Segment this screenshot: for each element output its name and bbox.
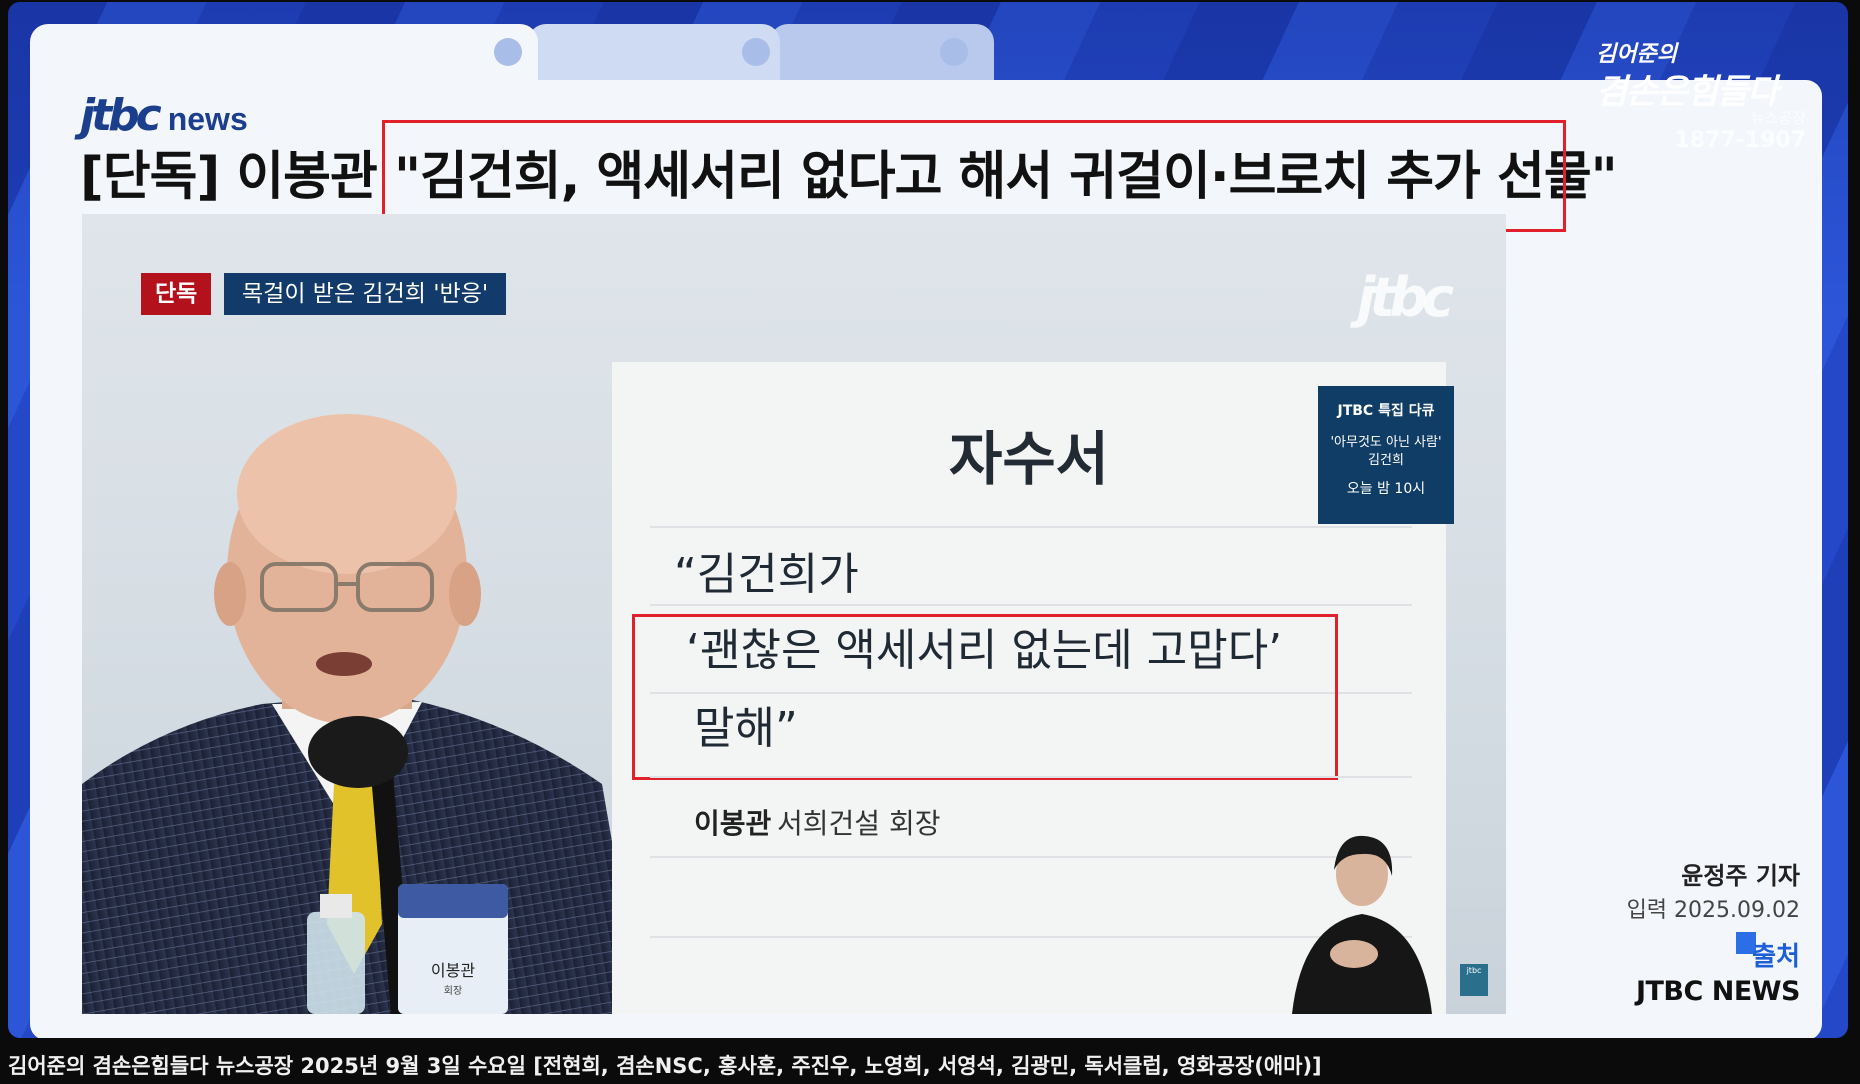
image-caption-tag: 목걸이 받은 김건희 '반응' bbox=[224, 273, 507, 315]
channel-logo-line2: 겸손은힘들다 bbox=[1596, 72, 1779, 112]
promo-time: 오늘 밤 10시 bbox=[1346, 481, 1426, 497]
source-name: JTBC NEWS bbox=[1635, 976, 1801, 1007]
news-card: jtbc news [단독] 이봉관 "김건희, 액세서리 없다고 해서 귀걸이… bbox=[30, 80, 1822, 1038]
quote-line-1: “김건희가 bbox=[674, 549, 859, 600]
article-image: 단독 목걸이 받은 김건희 '반응' jtbc 이봉관 회장 자수서 “김건희가… bbox=[82, 214, 1506, 1014]
sign-language-interpreter bbox=[1292, 835, 1432, 1014]
reporter-name: 윤정주 기자 bbox=[1681, 862, 1800, 890]
name-tag-title: 회장 bbox=[444, 985, 462, 997]
jtbc-corner-badge: jtbc bbox=[1460, 964, 1488, 996]
tab-dot bbox=[940, 38, 968, 66]
input-date: 입력 2025.09.02 bbox=[1626, 898, 1800, 923]
headline-prefix: [단독] 이봉관 bbox=[80, 147, 394, 207]
jtbc-logo-suffix: news bbox=[167, 101, 248, 137]
promo-heading: JTBC 특집 다큐 bbox=[1337, 403, 1435, 419]
documentary-promo: JTBC 특집 다큐 '아무것도 아닌 사람' 김건희 오늘 밤 10시 bbox=[1318, 386, 1454, 524]
promo-title: '아무것도 아닌 사람' bbox=[1330, 435, 1442, 450]
quote-source-role: 서희건설 회장 bbox=[777, 807, 941, 840]
channel-phone: 1877-1907 bbox=[1674, 128, 1806, 153]
channel-logo: 김어준의 겸손은힘들다 뉴스공장 1877-1907 bbox=[1596, 36, 1806, 153]
source-label: 출처 bbox=[1752, 942, 1800, 972]
panel-divider bbox=[650, 604, 1412, 606]
quote-source-name: 이봉관 bbox=[694, 807, 772, 840]
video-frame[interactable]: 김어준의 겸손은힘들다 뉴스공장 1877-1907 jtbc news [단독… bbox=[8, 2, 1848, 1038]
promo-subject: 김건희 bbox=[1368, 453, 1404, 468]
panel-divider bbox=[650, 776, 1412, 778]
tab-dot bbox=[494, 38, 522, 66]
tab-dot bbox=[742, 38, 770, 66]
jtbc-watermark: jtbc bbox=[1357, 266, 1454, 329]
panel-divider bbox=[650, 526, 1412, 528]
quote-highlight-box bbox=[632, 614, 1338, 780]
video-title: 김어준의 겸손은힘들다 뉴스공장 2025년 9월 3일 수요일 [전현희, 겸… bbox=[8, 1054, 1322, 1078]
speaker-photo: 이봉관 회장 bbox=[82, 414, 642, 1014]
name-tag-name: 이봉관 bbox=[431, 961, 475, 980]
exclusive-tag: 단독 bbox=[141, 273, 212, 315]
channel-logo-line3: 뉴스공장 bbox=[1750, 109, 1806, 127]
